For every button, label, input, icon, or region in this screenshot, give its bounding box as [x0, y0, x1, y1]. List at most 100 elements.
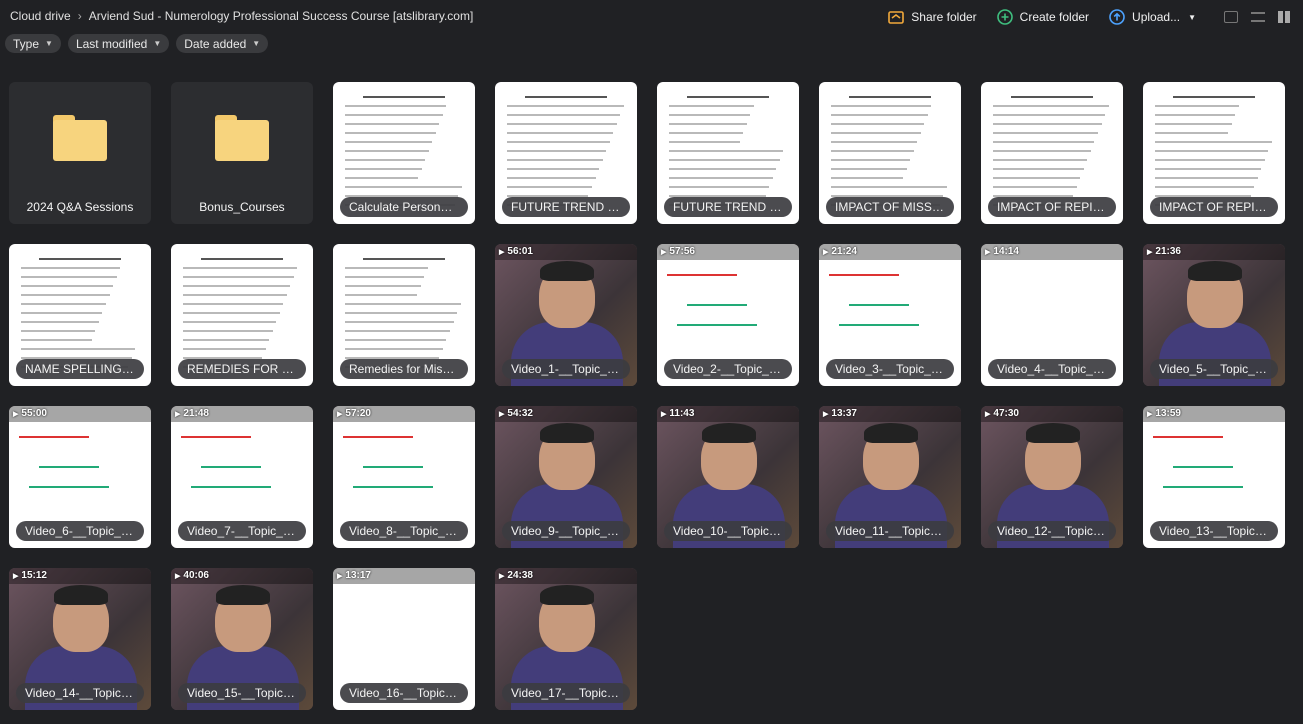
tile-label: Calculate Personal M...	[340, 197, 468, 217]
play-icon: ▶	[661, 410, 667, 418]
filter-type-label: Type	[13, 36, 40, 51]
video-duration: ▶ 47:30	[985, 408, 1019, 419]
video-tile[interactable]: ▶ 13:17 Video_16-__Topic_16...	[333, 568, 475, 710]
document-preview	[831, 96, 949, 213]
video-tile[interactable]: ▶ 57:20 Video_8-__Topic_8_F...	[333, 406, 475, 548]
duration-text: 40:06	[183, 570, 209, 581]
filter-bar: Type ▼ Last modified ▼ Date added ▼	[5, 34, 275, 53]
video-tile[interactable]: ▶ 55:00 Video_6-__Topic_6_R...	[9, 406, 151, 548]
upload-button[interactable]: Upload... ▼	[1109, 9, 1196, 25]
filter-type[interactable]: Type ▼	[5, 34, 61, 53]
video-tile[interactable]: ▶ 15:12 Video_14-__Topic_14...	[9, 568, 151, 710]
video-duration: ▶ 54:32	[499, 408, 533, 419]
video-duration: ▶ 40:06	[175, 570, 209, 581]
share-folder-icon	[888, 11, 905, 24]
video-tile[interactable]: ▶ 13:59 Video_13-__Topic_13...	[1143, 406, 1285, 548]
video-tile[interactable]: ▶ 47:30 Video_12-__Topic_12...	[981, 406, 1123, 548]
tile-label: Video_17-__Topic_17...	[502, 683, 630, 703]
share-folder-button[interactable]: Share folder	[888, 10, 977, 24]
breadcrumb-root[interactable]: Cloud drive	[10, 9, 71, 23]
tile-label: Video_9-__Topic_9_F...	[502, 521, 630, 541]
play-icon: ▶	[13, 572, 19, 580]
tile-label: Video_15-__Topic_15...	[178, 683, 306, 703]
duration-text: 56:01	[507, 246, 533, 257]
play-icon: ▶	[175, 410, 181, 418]
tile-label: IMPACT OF MISSING...	[826, 197, 954, 217]
list-view-icon[interactable]	[1251, 12, 1265, 22]
tile-label: FUTURE TREND PAR...	[502, 197, 630, 217]
play-icon: ▶	[1147, 248, 1153, 256]
video-tile[interactable]: ▶ 24:38 Video_17-__Topic_17...	[495, 568, 637, 710]
video-tile[interactable]: ▶ 14:14 Video_4-__Topic_4_C...	[981, 244, 1123, 386]
duration-text: 55:00	[21, 408, 47, 419]
filter-last-modified[interactable]: Last modified ▼	[67, 34, 170, 53]
filter-date-added[interactable]: Date added ▼	[176, 34, 269, 53]
document-tile[interactable]: Remedies for Missing ...	[333, 244, 475, 386]
video-tile[interactable]: ▶ 40:06 Video_15-__Topic_15...	[171, 568, 313, 710]
document-preview	[183, 258, 301, 375]
document-tile[interactable]: IMPACT OF REPITITI...	[981, 82, 1123, 224]
thumbnail-view-icon[interactable]	[1224, 11, 1238, 23]
video-tile[interactable]: ▶ 21:24 Video_3-__Topic_3_I...	[819, 244, 961, 386]
play-icon: ▶	[823, 248, 829, 256]
duration-text: 13:37	[831, 408, 857, 419]
play-icon: ▶	[13, 410, 19, 418]
tile-label: Video_16-__Topic_16...	[340, 683, 468, 703]
filter-last-modified-label: Last modified	[75, 36, 148, 51]
video-duration: ▶ 21:36	[1147, 246, 1181, 257]
breadcrumb-separator: ›	[77, 9, 82, 23]
video-tile[interactable]: ▶ 54:32 Video_9-__Topic_9_F...	[495, 406, 637, 548]
video-duration: ▶ 55:00	[13, 408, 47, 419]
tile-label: Video_14-__Topic_14...	[16, 683, 144, 703]
document-tile[interactable]: IMPACT OF MISSING...	[819, 82, 961, 224]
video-duration: ▶ 24:38	[499, 570, 533, 581]
video-duration: ▶ 13:37	[823, 408, 857, 419]
duration-text: 11:43	[669, 408, 695, 419]
video-tile[interactable]: ▶ 13:37 Video_11-__Topic_11...	[819, 406, 961, 548]
document-tile[interactable]: NAME SPELLING CO...	[9, 244, 151, 386]
document-preview	[345, 96, 463, 213]
video-tile[interactable]: ▶ 11:43 Video_10-__Topic_10...	[657, 406, 799, 548]
play-icon: ▶	[985, 248, 991, 256]
breadcrumb: Cloud drive › Arviend Sud - Numerology P…	[10, 9, 473, 23]
tile-label: Video_12-__Topic_12...	[988, 521, 1116, 541]
grid-view-icon[interactable]	[1278, 11, 1290, 23]
folder-tile[interactable]: 2024 Q&A Sessions	[9, 82, 151, 224]
video-tile[interactable]: ▶ 21:36 Video_5-__Topic_5_R...	[1143, 244, 1285, 386]
video-tile[interactable]: ▶ 57:56 Video_2-__Topic_2_I...	[657, 244, 799, 386]
video-duration: ▶ 13:59	[1147, 408, 1181, 419]
document-preview	[669, 96, 787, 213]
folder-icon	[53, 115, 107, 161]
breadcrumb-current[interactable]: Arviend Sud - Numerology Professional Su…	[89, 9, 474, 23]
upload-label: Upload...	[1132, 10, 1181, 24]
chevron-down-icon: ▼	[252, 39, 261, 48]
video-tile[interactable]: ▶ 56:01 Video_1-__Topic_1_I...	[495, 244, 637, 386]
play-icon: ▶	[499, 410, 505, 418]
tile-label: Video_1-__Topic_1_I...	[502, 359, 630, 379]
play-icon: ▶	[985, 410, 991, 418]
play-icon: ▶	[823, 410, 829, 418]
create-folder-label: Create folder	[1019, 10, 1090, 24]
duration-text: 21:24	[831, 246, 857, 257]
document-tile[interactable]: REMEDIES FOR MISS...	[171, 244, 313, 386]
duration-text: 57:56	[669, 246, 695, 257]
tile-label: Video_11-__Topic_11...	[826, 521, 954, 541]
play-icon: ▶	[499, 572, 505, 580]
video-duration: ▶ 21:24	[823, 246, 857, 257]
tile-label: Video_10-__Topic_10...	[664, 521, 792, 541]
duration-text: 13:59	[1155, 408, 1181, 419]
document-tile[interactable]: IMPACT OF REPITITI...	[1143, 82, 1285, 224]
video-duration: ▶ 57:56	[661, 246, 695, 257]
document-tile[interactable]: FUTURE TREND PAR...	[495, 82, 637, 224]
chevron-down-icon: ▼	[1188, 12, 1196, 22]
folder-tile[interactable]: Bonus_Courses	[171, 82, 313, 224]
create-folder-button[interactable]: Create folder	[996, 9, 1090, 25]
document-tile[interactable]: FUTURE TREND PAR...	[657, 82, 799, 224]
document-preview	[345, 258, 463, 375]
play-icon: ▶	[337, 410, 343, 418]
video-tile[interactable]: ▶ 21:48 Video_7-__Topic_7_M...	[171, 406, 313, 548]
duration-text: 13:17	[345, 570, 371, 581]
video-duration: ▶ 57:20	[337, 408, 371, 419]
document-preview	[1155, 96, 1273, 213]
document-tile[interactable]: Calculate Personal M...	[333, 82, 475, 224]
